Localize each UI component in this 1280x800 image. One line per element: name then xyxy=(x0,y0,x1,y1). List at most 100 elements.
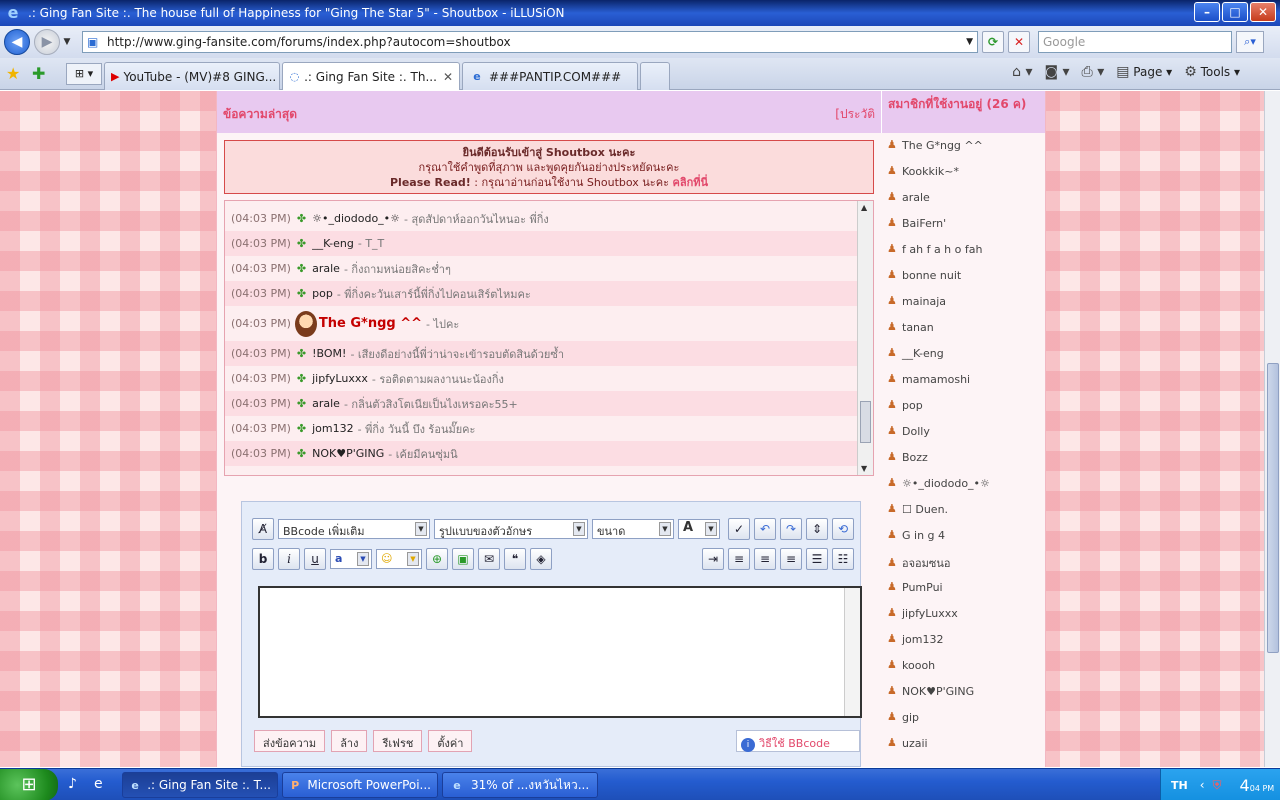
online-user[interactable]: ♟ ☼•_diododo_•☼ xyxy=(887,476,990,490)
font-style-select[interactable]: a ▼ xyxy=(330,549,372,569)
message-user[interactable]: !BOM! xyxy=(312,347,346,360)
new-tab-button[interactable] xyxy=(640,62,670,90)
history-link[interactable]: [ประวัติ xyxy=(835,105,875,124)
online-user[interactable]: ♟ koooh xyxy=(887,658,935,672)
search-button[interactable]: ⌕▾ xyxy=(1236,31,1264,53)
online-user[interactable]: ♟ Bozz xyxy=(887,450,928,464)
remove-format-icon[interactable]: A̸ xyxy=(252,518,274,540)
history-dropdown-icon[interactable]: ▼ xyxy=(60,37,74,47)
bold-button[interactable]: b xyxy=(252,548,274,570)
clear-button[interactable]: ล้าง xyxy=(331,730,368,752)
start-button[interactable]: ⊞ xyxy=(0,769,58,800)
page-scroll-thumb[interactable] xyxy=(1267,363,1279,653)
back-button[interactable]: ◀ xyxy=(4,29,30,55)
insert-quote-icon[interactable]: ❝ xyxy=(504,548,526,570)
favorites-star-icon[interactable]: ★ xyxy=(6,64,20,83)
close-button[interactable]: ✕ xyxy=(1250,2,1276,22)
language-indicator[interactable]: TH xyxy=(1171,779,1188,792)
resize-icon[interactable]: ⇕ xyxy=(806,518,828,540)
home-icon[interactable]: ⌂ ▾ xyxy=(1012,64,1032,80)
search-input[interactable]: Google xyxy=(1038,31,1232,53)
message-user[interactable]: ☼•_diododo_•☼ xyxy=(312,212,400,225)
quick-tabs-button[interactable]: ⊞ ▾ xyxy=(66,63,102,85)
online-user[interactable]: ♟ jipfyLuxxx xyxy=(887,606,958,620)
align-right-icon[interactable]: ≡ xyxy=(780,548,802,570)
spellcheck-icon[interactable]: ✓ xyxy=(728,518,750,540)
online-user[interactable]: ♟ arale xyxy=(887,190,930,204)
url-field[interactable]: ▣ http://www.ging-fansite.com/forums/ind… xyxy=(82,31,978,53)
scroll-down-icon[interactable]: ▼ xyxy=(861,464,867,473)
message-user[interactable]: arale xyxy=(312,397,340,410)
online-user[interactable]: ♟ Dolly xyxy=(887,424,930,438)
insert-code-icon[interactable]: ◈ xyxy=(530,548,552,570)
add-favorites-icon[interactable]: ✚ xyxy=(32,64,45,83)
minimize-button[interactable]: – xyxy=(1194,2,1220,22)
bbcode-select[interactable]: BBcode เพิ่มเติม ▼ xyxy=(278,519,430,539)
online-user[interactable]: ♟ BaiFern' xyxy=(887,216,946,230)
scroll-thumb[interactable] xyxy=(860,401,871,443)
online-user[interactable]: ♟ uzaii xyxy=(887,736,928,750)
print-icon[interactable]: ⎙ ▾ xyxy=(1082,64,1105,80)
task-powerpoint[interactable]: P Microsoft PowerPoi... xyxy=(282,772,438,798)
online-user[interactable]: ♟ mamamoshi xyxy=(887,372,970,386)
settings-button[interactable]: ตั้งค่า xyxy=(428,730,473,752)
online-user[interactable]: ♟ Kookkik~* xyxy=(887,164,959,178)
quicklaunch-icon[interactable]: ♪ xyxy=(68,776,77,792)
message-user[interactable]: jipfyLuxxx xyxy=(312,372,368,385)
page-menu[interactable]: ▤ Page ▾ xyxy=(1116,64,1172,80)
undo-icon[interactable]: ↶ xyxy=(754,518,776,540)
color-select[interactable]: A ▼ xyxy=(678,519,720,539)
clock[interactable]: 404 PM xyxy=(1240,776,1275,795)
online-user[interactable]: ♟ G in g 4 xyxy=(887,528,945,542)
online-user[interactable]: ♟ pop xyxy=(887,398,923,412)
font-select[interactable]: รูปแบบของตัวอักษร ▼ xyxy=(434,519,588,539)
online-user[interactable]: ♟ mainaja xyxy=(887,294,946,308)
insert-image-icon[interactable]: ▣ xyxy=(452,548,474,570)
online-user[interactable]: ♟ The G*ngg ^^ xyxy=(887,138,983,152)
tray-expand-icon[interactable]: ‹ xyxy=(1200,778,1205,792)
messages-list[interactable]: (04:03 PM) ✤ ☼•_diododo_•☼ - สุดสัปดาห์ออกว… xyxy=(224,200,874,476)
page-scrollbar[interactable] xyxy=(1264,91,1280,767)
size-select[interactable]: ขนาด ▼ xyxy=(592,519,674,539)
online-user[interactable]: ♟ __K-eng xyxy=(887,346,944,360)
maximize-button[interactable]: □ xyxy=(1222,2,1248,22)
refresh-button[interactable]: ⟳ xyxy=(982,31,1004,53)
italic-button[interactable]: i xyxy=(278,548,300,570)
switch-mode-icon[interactable]: ⟲ xyxy=(832,518,854,540)
task-download[interactable]: e 31% of ...งหวันไหว... xyxy=(442,772,598,798)
stop-button[interactable]: ✕ xyxy=(1008,31,1030,53)
tab-close-icon[interactable]: ✕ xyxy=(437,70,453,84)
tab-youtube[interactable]: ▶ YouTube - (MV)#8 GING... xyxy=(104,62,280,90)
security-shield-icon[interactable]: ⛨ xyxy=(1213,778,1222,793)
bulleted-list-icon[interactable]: ☷ xyxy=(832,548,854,570)
message-user[interactable]: arale xyxy=(312,262,340,275)
insert-link-icon[interactable]: ⊕ xyxy=(426,548,448,570)
message-user[interactable]: NOK♥P'GING xyxy=(312,447,384,460)
messages-scrollbar[interactable]: ▲ ▼ xyxy=(857,201,873,475)
message-input[interactable] xyxy=(258,586,862,718)
redo-icon[interactable]: ↷ xyxy=(780,518,802,540)
forward-button[interactable]: ▶ xyxy=(34,29,60,55)
online-user[interactable]: ♟ jom132 xyxy=(887,632,944,646)
tab-pantip[interactable]: e ###PANTIP.COM### xyxy=(462,62,638,90)
refresh-messages-button[interactable]: รีเฟรช xyxy=(373,730,423,752)
tools-menu[interactable]: ⚙ Tools ▾ xyxy=(1184,64,1240,80)
online-user[interactable]: ♟ อจอมซนอ xyxy=(887,554,951,572)
send-button[interactable]: ส่งข้อความ xyxy=(254,730,326,752)
online-user[interactable]: ♟ gip xyxy=(887,710,919,724)
message-user[interactable]: The G*ngg ^^ xyxy=(319,316,422,331)
insert-email-icon[interactable]: ✉ xyxy=(478,548,500,570)
ordered-list-icon[interactable]: ☰ xyxy=(806,548,828,570)
online-user[interactable]: ♟ tanan xyxy=(887,320,934,334)
underline-button[interactable]: u xyxy=(304,548,326,570)
align-center-icon[interactable]: ≡ xyxy=(754,548,776,570)
ie-quicklaunch-icon[interactable]: e xyxy=(94,776,103,792)
bbcode-help-link[interactable]: i วิธีใช้ BBcode xyxy=(736,730,860,752)
online-user[interactable]: ♟ ☐ Duen. xyxy=(887,502,948,516)
online-user[interactable]: ♟ f ah f a h o fah xyxy=(887,242,982,256)
tab-ging-fan-site[interactable]: ◌ .: Ging Fan Site :. Th... ✕ xyxy=(282,62,460,90)
url-dropdown-icon[interactable]: ▼ xyxy=(966,37,977,47)
online-user[interactable]: ♟ bonne nuit xyxy=(887,268,961,282)
click-here-link[interactable]: คลิกที่นี่ xyxy=(672,176,708,189)
message-user[interactable]: __K-eng xyxy=(312,237,354,250)
